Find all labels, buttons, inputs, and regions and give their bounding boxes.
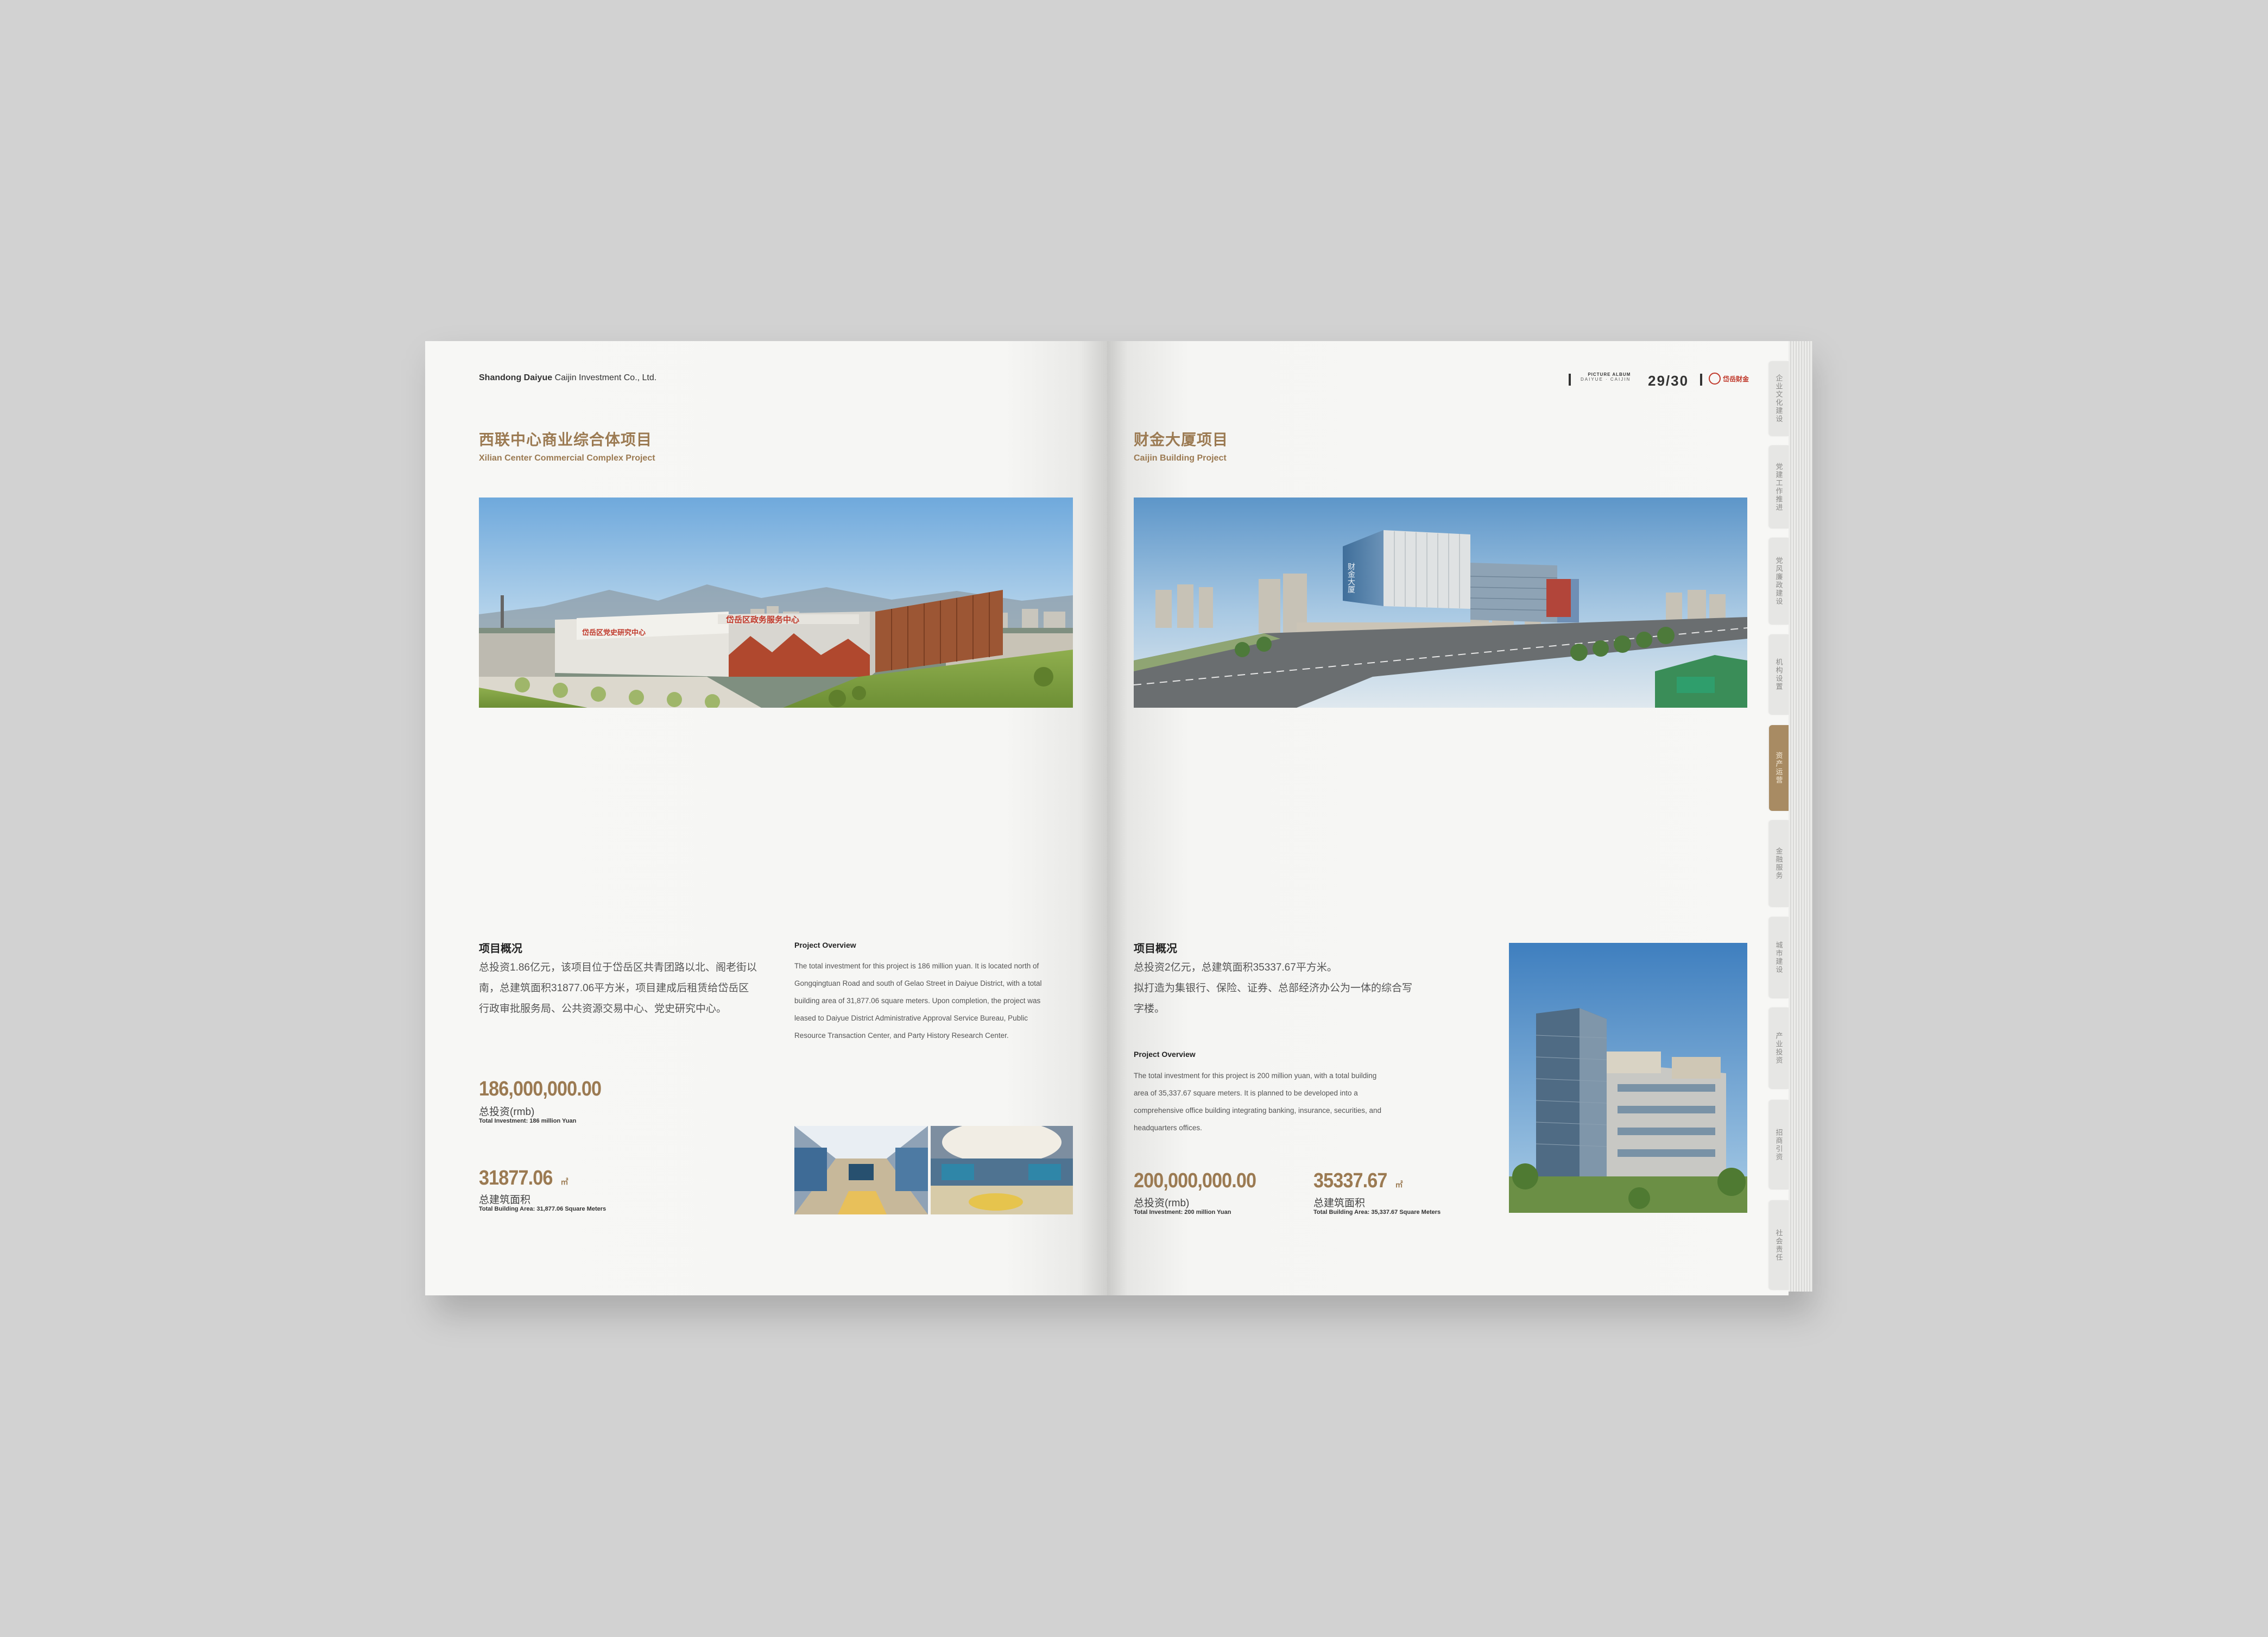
left-page: Shandong Daiyue Caijin Investment Co., L… xyxy=(425,341,1107,1295)
side-tab[interactable]: 招商引资 xyxy=(1769,1100,1789,1189)
caijin-building-photo: 财金大厦 xyxy=(1134,498,1747,708)
overview-line: 拟打造为集银行、保险、证券、总部经济办公为一体的综合写 xyxy=(1134,983,1413,994)
overview-line: The total investment for this project is… xyxy=(794,962,1039,970)
xilian-center-photo: 岱岳区政务服务中心 岱岳区党史研究中心 xyxy=(479,498,1073,708)
area-value: 35337.67 xyxy=(1313,1169,1387,1192)
page-title-cn: 西联中心商业综合体项目 xyxy=(479,431,653,448)
logo-mark-icon xyxy=(1709,373,1721,385)
page-title-en: Caijin Building Project xyxy=(1134,454,1227,463)
svg-text:岱岳区党史研究中心: 岱岳区党史研究中心 xyxy=(582,628,646,637)
overview-line: 总投资1.86亿元，该项目位于岱岳区共青团路以北、阁老街以 xyxy=(479,962,757,973)
investment-value: 186,000,000.00 xyxy=(479,1078,602,1100)
album-label-block: PICTURE ALBUM DAIYUE · CAIJIN xyxy=(1581,372,1631,382)
caijin-building-side-photo xyxy=(1509,943,1747,1213)
overview-line: 字楼。 xyxy=(1134,1003,1165,1015)
side-tab-active[interactable]: 资产运营 xyxy=(1769,725,1789,811)
overview-text-cn: 总投资2亿元，总建筑面积35337.67平方米。 拟打造为集银行、保险、证券、总… xyxy=(1134,958,1481,1019)
area-value: 31877.06 xyxy=(479,1167,553,1189)
page-title-cn: 财金大厦项目 xyxy=(1134,431,1229,448)
area-stat: 31877.06 ㎡ xyxy=(479,1167,568,1190)
overview-line: The total investment for this project is… xyxy=(1134,1072,1377,1080)
album-sub: DAIYUE · CAIJIN xyxy=(1581,377,1631,382)
overview-line: headquarters offices. xyxy=(1134,1124,1202,1132)
overview-line: comprehensive office building integratin… xyxy=(1134,1106,1382,1115)
area-stat: 35337.67 ㎡ xyxy=(1313,1169,1403,1193)
area-unit: ㎡ xyxy=(1395,1180,1403,1189)
overview-heading-cn: 项目概况 xyxy=(1134,943,1177,955)
area-unit: ㎡ xyxy=(560,1178,568,1186)
investment-value: 200,000,000.00 xyxy=(1134,1169,1256,1192)
overview-text-en: The total investment for this project is… xyxy=(794,958,1077,1044)
interior-photo-2 xyxy=(931,1126,1073,1214)
page-title-en: Xilian Center Commercial Complex Project xyxy=(479,454,655,463)
investment-label: 总投资(rmb) xyxy=(1134,1198,1190,1209)
overview-line: building area of 31,877.06 square meters… xyxy=(794,997,1041,1005)
header-divider xyxy=(1700,374,1702,386)
area-sub: Total Building Area: 31,877.06 Square Me… xyxy=(479,1206,607,1212)
side-tab[interactable]: 机构设置 xyxy=(1769,634,1789,715)
logo-text: 岱岳财金 xyxy=(1723,375,1749,383)
page-number: 29/30 xyxy=(1648,373,1689,389)
building-sign: 财金大厦 xyxy=(1347,563,1355,593)
overview-line: 行政审批服务局、公共资源交易中心、党史研究中心。 xyxy=(479,1003,727,1015)
overview-heading-cn: 项目概况 xyxy=(479,943,522,955)
overview-line: 南，总建筑面积31877.06平方米，项目建成后租赁给岱岳区 xyxy=(479,983,749,994)
right-page: PICTURE ALBUM DAIYUE · CAIJIN 29/30 岱岳财金… xyxy=(1107,341,1789,1295)
investment-sub: Total Investment: 200 million Yuan xyxy=(1134,1209,1231,1216)
company-header: Shandong Daiyue Caijin Investment Co., L… xyxy=(479,373,657,382)
investment-sub: Total Investment: 186 million Yuan xyxy=(479,1118,577,1124)
overview-heading-en: Project Overview xyxy=(794,941,856,949)
area-label: 总建筑面积 xyxy=(1313,1198,1366,1209)
page-edges xyxy=(1789,341,1812,1292)
overview-line: Gongqingtuan Road and south of Gelao Str… xyxy=(794,979,1042,987)
company-logo: 岱岳财金 xyxy=(1709,373,1749,385)
investment-label: 总投资(rmb) xyxy=(479,1106,535,1118)
overview-text-en: The total investment for this project is… xyxy=(1134,1067,1481,1137)
side-tab[interactable]: 社会责任 xyxy=(1769,1200,1789,1290)
side-tab[interactable]: 金融服务 xyxy=(1769,820,1789,907)
area-sub: Total Building Area: 35,337.67 Square Me… xyxy=(1313,1209,1441,1216)
side-tab[interactable]: 产业投资 xyxy=(1769,1008,1789,1089)
overview-text-cn: 总投资1.86亿元，该项目位于岱岳区共青团路以北、阁老街以 南，总建筑面积318… xyxy=(479,958,783,1019)
overview-line: 总投资2亿元，总建筑面积35337.67平方米。 xyxy=(1134,962,1337,973)
header-divider xyxy=(1569,374,1571,386)
overview-line: leased to Daiyue District Administrative… xyxy=(794,1014,1028,1022)
album-label: PICTURE ALBUM xyxy=(1588,372,1631,377)
side-tab[interactable]: 企业文化建设 xyxy=(1769,361,1789,436)
svg-text:岱岳区政务服务中心: 岱岳区政务服务中心 xyxy=(725,615,799,625)
interior-photo-1 xyxy=(794,1126,928,1214)
side-tab[interactable]: 党建工作推进 xyxy=(1769,445,1789,528)
overview-heading-en: Project Overview xyxy=(1134,1050,1196,1059)
area-label: 总建筑面积 xyxy=(479,1194,531,1206)
overview-line: Resource Transaction Center, and Party H… xyxy=(794,1031,1009,1040)
side-tab[interactable]: 党风廉政建设 xyxy=(1769,538,1789,625)
overview-line: area of 35,337.67 square meters. It is p… xyxy=(1134,1089,1358,1097)
side-tab[interactable]: 城市建设 xyxy=(1769,917,1789,998)
